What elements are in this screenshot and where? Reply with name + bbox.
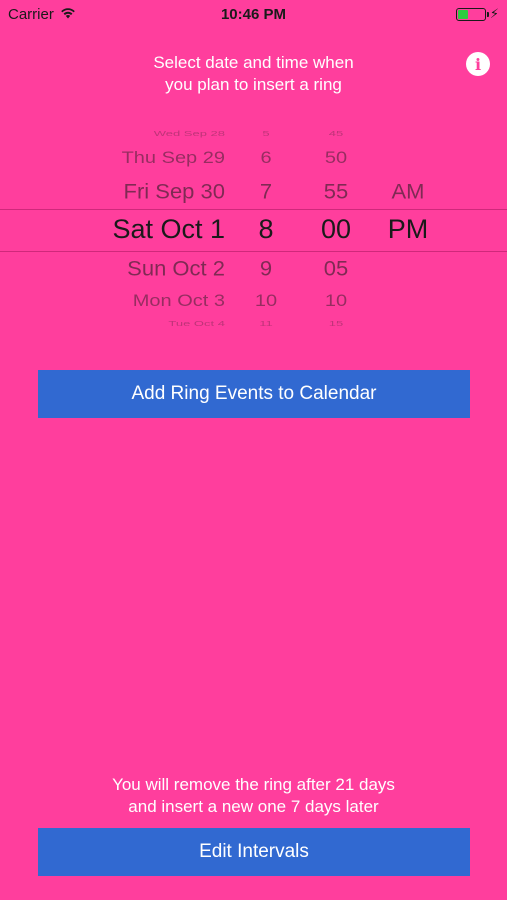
status-bar: Carrier 10:46 PM ⚡ [0, 0, 507, 28]
status-left: Carrier [8, 6, 76, 23]
date-option[interactable]: Fri Sep 30 [40, 180, 226, 205]
minute-wheel[interactable]: 45 50 55 00 05 10 15 [306, 120, 366, 342]
date-option[interactable]: Sat Oct 1 [40, 214, 225, 245]
add-ring-events-button[interactable]: Add Ring Events to Calendar [38, 370, 470, 418]
edit-intervals-button[interactable]: Edit Intervals [38, 828, 470, 876]
date-wheel[interactable]: Wed Sep 28 Thu Sep 29 Fri Sep 30 Sat Oct 1 S… [40, 120, 225, 342]
minute-option[interactable]: 00 [306, 214, 366, 245]
edit-intervals-label: Edit Intervals [199, 841, 309, 862]
wifi-icon [60, 6, 76, 23]
battery-level [457, 9, 469, 19]
hour-option[interactable]: 5 [240, 129, 292, 137]
hour-option[interactable]: 7 [240, 180, 292, 205]
ampm-option[interactable]: AM [378, 180, 438, 205]
minute-option[interactable]: 15 [306, 319, 366, 327]
ampm-option[interactable]: PM [378, 214, 438, 245]
date-option[interactable]: Tue Oct 4 [40, 319, 225, 327]
hour-option[interactable]: 10 [240, 292, 292, 312]
date-option[interactable]: Sun Oct 2 [40, 257, 225, 282]
header-instructions: Select date and time when you plan to in… [0, 52, 507, 96]
status-right: ⚡ [455, 6, 499, 22]
interval-summary: You will remove the ring after 21 days a… [0, 774, 507, 818]
info-icon[interactable]: i [466, 52, 490, 76]
hour-option[interactable]: 11 [240, 319, 292, 327]
summary-line-2: and insert a new one 7 days later [128, 797, 379, 816]
ampm-wheel[interactable]: AM PM [378, 120, 438, 342]
charging-bolt-icon: ⚡ [489, 6, 499, 21]
header-line-2: you plan to insert a ring [165, 75, 342, 94]
minute-option[interactable]: 10 [306, 292, 366, 312]
date-option[interactable]: Mon Oct 3 [40, 292, 225, 312]
date-option[interactable]: Thu Sep 29 [40, 149, 225, 169]
minute-option[interactable]: 55 [306, 180, 366, 205]
carrier-label: Carrier [8, 5, 54, 23]
header-line-1: Select date and time when [153, 53, 354, 72]
hour-option[interactable]: 9 [240, 257, 292, 282]
hour-option[interactable]: 6 [240, 149, 292, 169]
status-time: 10:46 PM [220, 5, 287, 23]
minute-option[interactable]: 45 [306, 129, 366, 137]
battery-icon [455, 7, 489, 21]
date-time-picker[interactable]: Wed Sep 28 Thu Sep 29 Fri Sep 30 Sat Oct 1 S… [0, 120, 507, 342]
date-option[interactable]: Wed Sep 28 [40, 129, 225, 137]
hour-wheel[interactable]: 5 6 7 8 9 10 11 [240, 120, 292, 342]
minute-option[interactable]: 05 [306, 257, 366, 282]
hour-option[interactable]: 8 [240, 214, 292, 245]
add-ring-events-label: Add Ring Events to Calendar [131, 383, 377, 404]
summary-line-1: You will remove the ring after 21 days [112, 775, 395, 794]
minute-option[interactable]: 50 [306, 149, 366, 169]
